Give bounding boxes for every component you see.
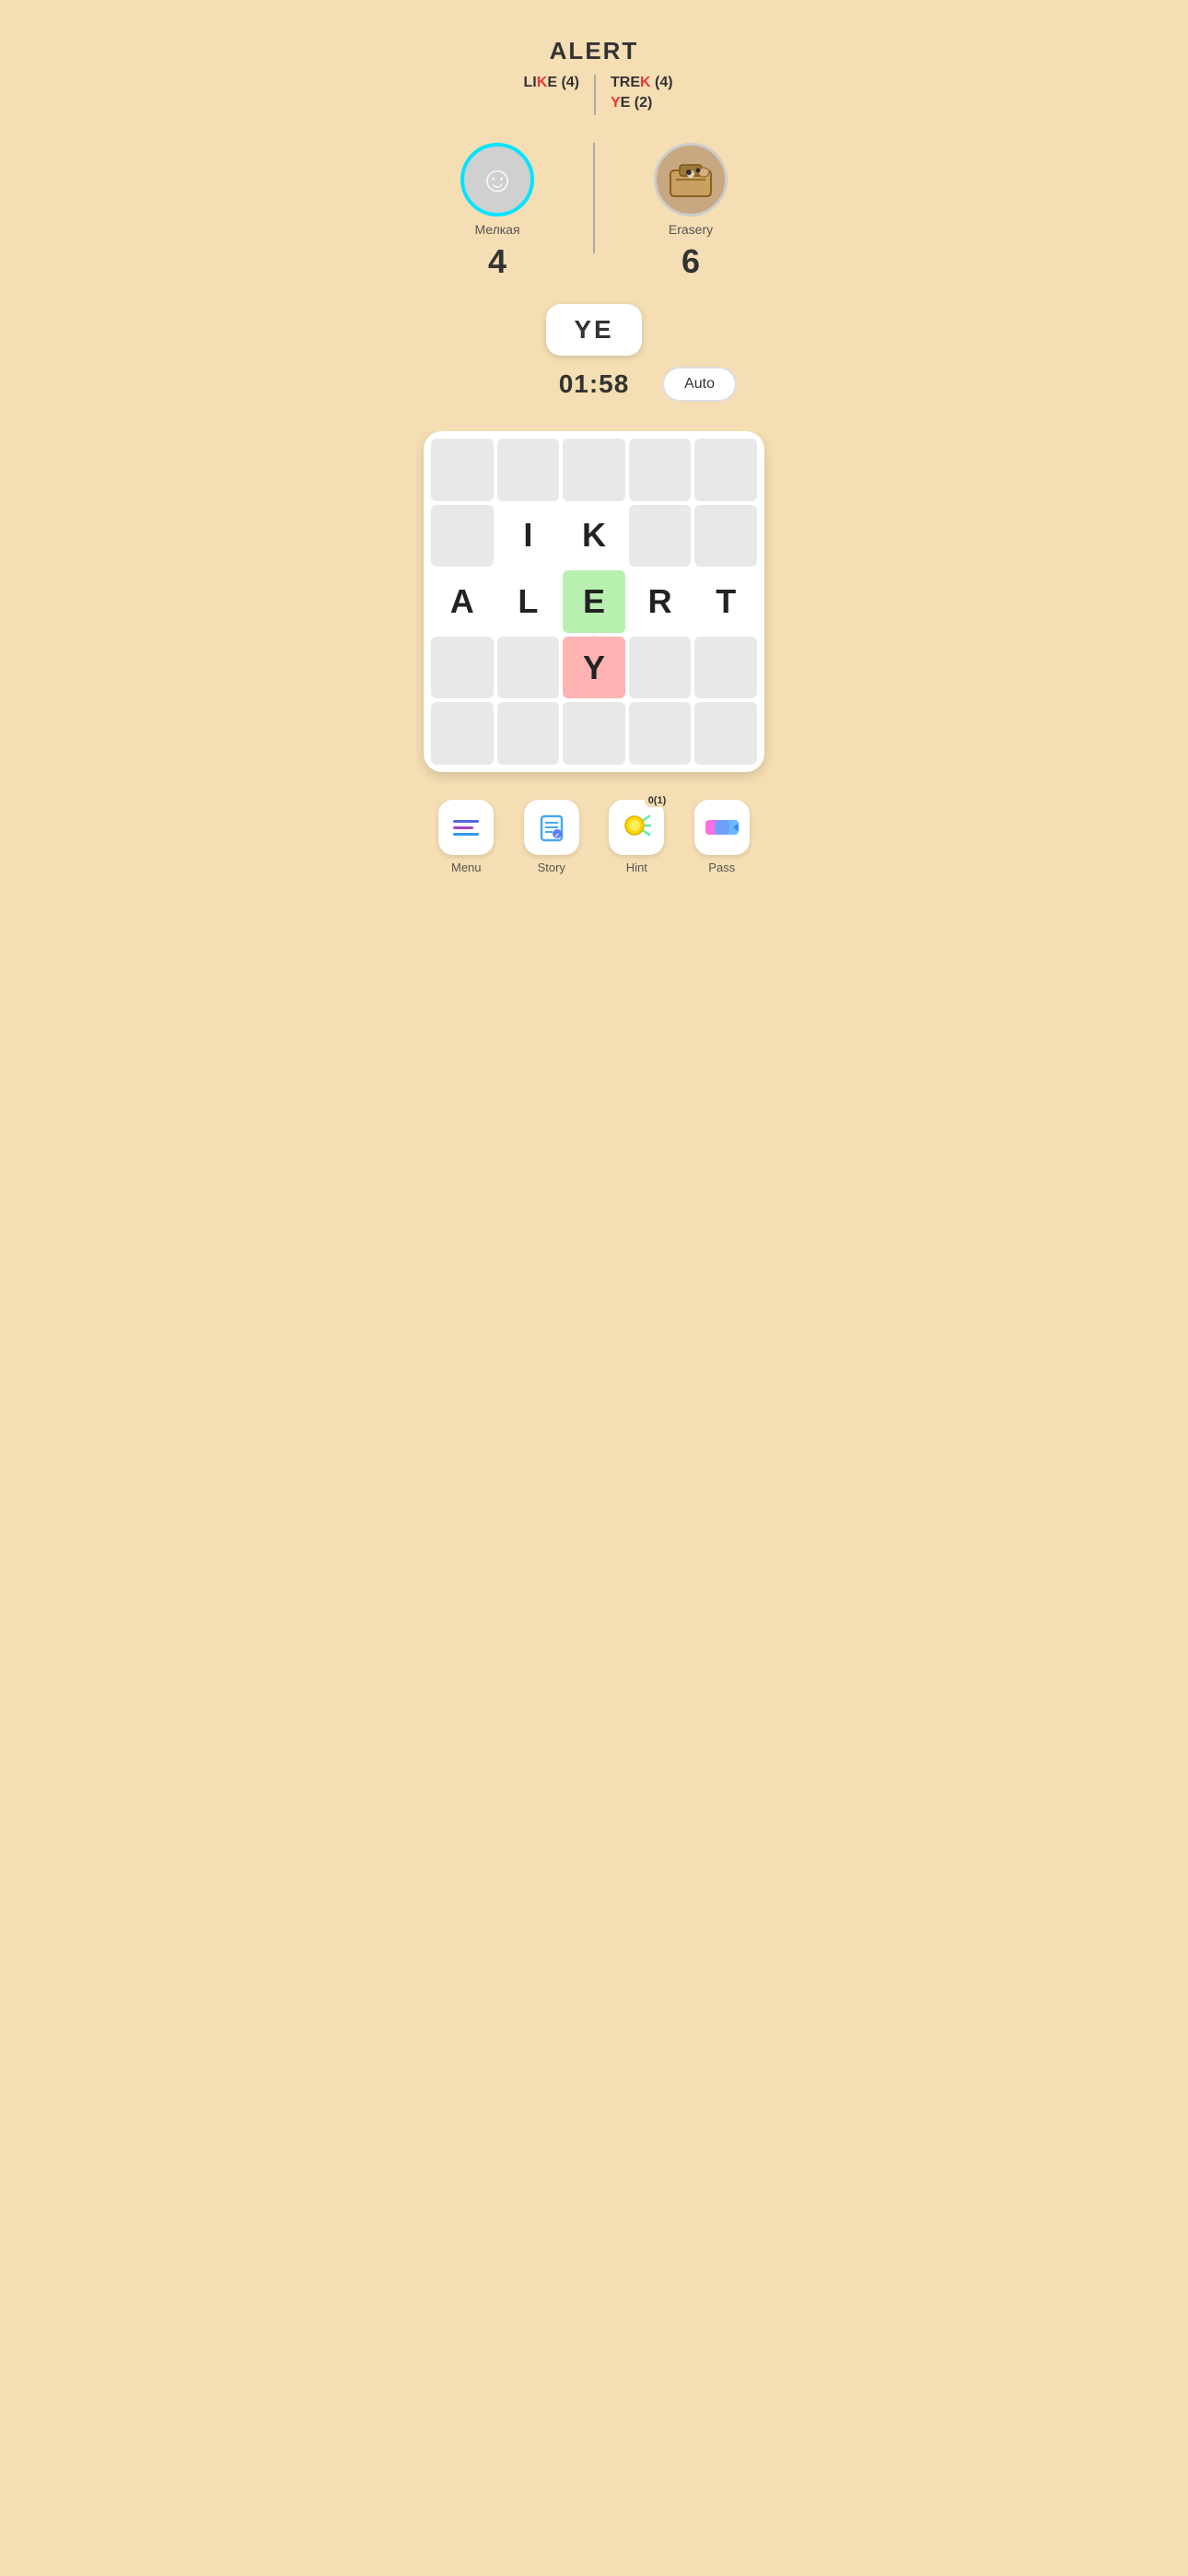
cell-1-2: K <box>563 505 625 568</box>
player-section: ☺ Мелкая 4 Erasery 6 <box>433 134 755 290</box>
cell-2-0: A <box>431 570 494 633</box>
menu-icon <box>446 811 486 845</box>
cell-2-3: R <box>629 570 692 633</box>
story-label: Story <box>538 861 565 874</box>
cell-4-3 <box>629 702 692 765</box>
eraser-icon <box>663 152 718 207</box>
left-word-red: K <box>537 75 548 90</box>
cell-1-4 <box>694 505 757 568</box>
cell-3-0 <box>431 637 494 699</box>
avatar-left: ☺ <box>460 143 534 217</box>
cell-3-3 <box>629 637 692 699</box>
nav-story[interactable]: ✓ Story <box>524 800 579 874</box>
hint-icon <box>622 813 651 842</box>
right-word2-score: (2) <box>635 95 653 111</box>
menu-icon-wrap <box>438 800 494 855</box>
current-word-container: YE <box>433 290 755 365</box>
story-icon-wrap: ✓ <box>524 800 579 855</box>
cell-4-2 <box>563 702 625 765</box>
cell-3-4 <box>694 637 757 699</box>
cell-2-1: L <box>497 570 560 633</box>
cell-0-3 <box>629 439 692 501</box>
nav-pass[interactable]: Pass <box>694 800 750 874</box>
right-word1-score: (4) <box>655 75 673 90</box>
player-right-name: Erasery <box>669 222 713 237</box>
pass-icon-wrap <box>694 800 750 855</box>
cell-3-1 <box>497 637 560 699</box>
cell-4-4 <box>694 702 757 765</box>
cell-2-4: T <box>694 570 757 633</box>
bottom-nav: Menu ✓ Story 0(1) Hi <box>414 786 774 893</box>
right-word1-start: TRE <box>611 75 640 90</box>
cell-0-1 <box>497 439 560 501</box>
auto-button[interactable]: Auto <box>662 367 737 402</box>
cell-1-1: I <box>497 505 560 568</box>
top-area: ALERT LIKE (4) TREK (4) YE (2) ☺ <box>414 0 774 431</box>
cell-0-2 <box>563 439 625 501</box>
score-tree: LIKE (4) TREK (4) YE (2) <box>433 75 755 115</box>
pass-label: Pass <box>708 861 735 874</box>
right-score: TREK (4) YE (2) <box>594 75 714 115</box>
game-grid: I K A L E ↓ R T Y <box>431 439 757 765</box>
player-right-score: 6 <box>681 242 700 281</box>
cell-4-1 <box>497 702 560 765</box>
left-score: LIKE (4) <box>474 75 594 115</box>
left-word-text: LI <box>524 75 537 90</box>
player-left-name: Мелкая <box>474 222 519 237</box>
cell-0-4 <box>694 439 757 501</box>
cell-1-3 <box>629 505 692 568</box>
pass-icon <box>705 814 739 840</box>
game-grid-container: I K A L E ↓ R T Y <box>424 431 764 772</box>
cell-2-2: E ↓ <box>563 570 625 633</box>
player-left: ☺ Мелкая 4 <box>460 143 534 281</box>
cell-4-0 <box>431 702 494 765</box>
current-word-bubble: YE <box>546 304 641 356</box>
menu-label: Menu <box>451 861 482 874</box>
smiley-icon: ☺ <box>479 159 517 201</box>
player-right: Erasery 6 <box>654 143 728 281</box>
timer-row: 01:58 Auto <box>433 365 755 413</box>
cell-1-0 <box>431 505 494 568</box>
hint-icon-wrap: 0(1) <box>609 800 664 855</box>
avatar-right <box>654 143 728 217</box>
hint-label: Hint <box>626 861 647 874</box>
hint-count: 0(1) <box>645 794 670 807</box>
cell-3-2: Y <box>563 637 625 699</box>
left-word-score: (4) <box>561 75 579 90</box>
nav-menu[interactable]: Menu <box>438 800 494 874</box>
target-word: ALERT <box>433 37 755 65</box>
left-word-end: E <box>547 75 557 90</box>
center-divider <box>593 143 595 253</box>
player-left-score: 4 <box>488 242 507 281</box>
right-word2-red: Y <box>611 95 621 111</box>
game-timer: 01:58 <box>559 369 630 399</box>
cell-0-0 <box>431 439 494 501</box>
story-icon: ✓ <box>537 813 566 842</box>
svg-text:✓: ✓ <box>554 833 560 839</box>
right-word2-rest: E <box>621 95 631 111</box>
right-word1-red: K <box>640 75 651 90</box>
nav-hint[interactable]: 0(1) Hint <box>609 800 664 874</box>
